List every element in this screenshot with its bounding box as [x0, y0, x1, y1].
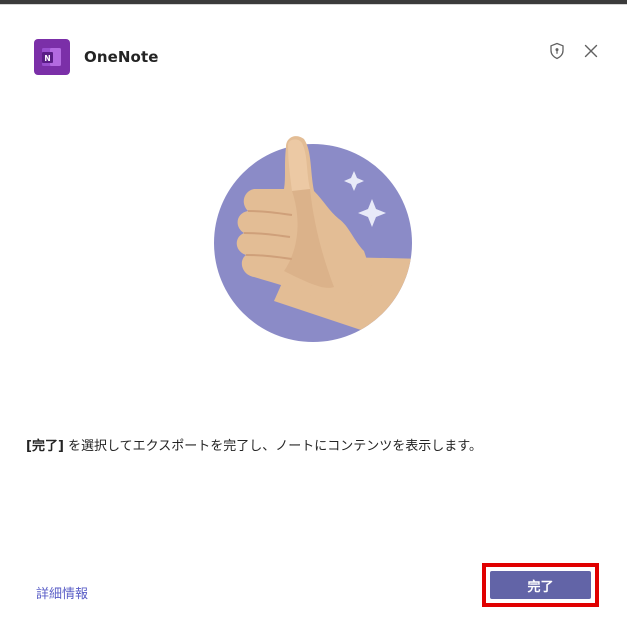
onenote-dialog: N OneNote [完了] を選択してエクスポートを完了し、ノートにコンテンツ…: [0, 4, 627, 621]
instruction-message: [完了] を選択してエクスポートを完了し、ノートにコンテンツを表示します。: [26, 435, 482, 454]
done-button[interactable]: 完了: [490, 571, 591, 599]
onenote-icon: N: [34, 39, 70, 75]
close-icon[interactable]: [579, 39, 603, 63]
thumbs-up-illustration: [214, 131, 414, 343]
message-bold-part: [完了]: [26, 439, 64, 454]
svg-text:N: N: [44, 54, 50, 63]
message-text: を選択してエクスポートを完了し、ノートにコンテンツを表示します。: [63, 439, 482, 454]
dialog-header: N OneNote: [34, 39, 159, 75]
more-info-link[interactable]: 詳細情報: [36, 583, 88, 602]
app-title: OneNote: [84, 48, 159, 66]
shield-icon[interactable]: [545, 39, 569, 63]
header-actions: [545, 39, 603, 63]
